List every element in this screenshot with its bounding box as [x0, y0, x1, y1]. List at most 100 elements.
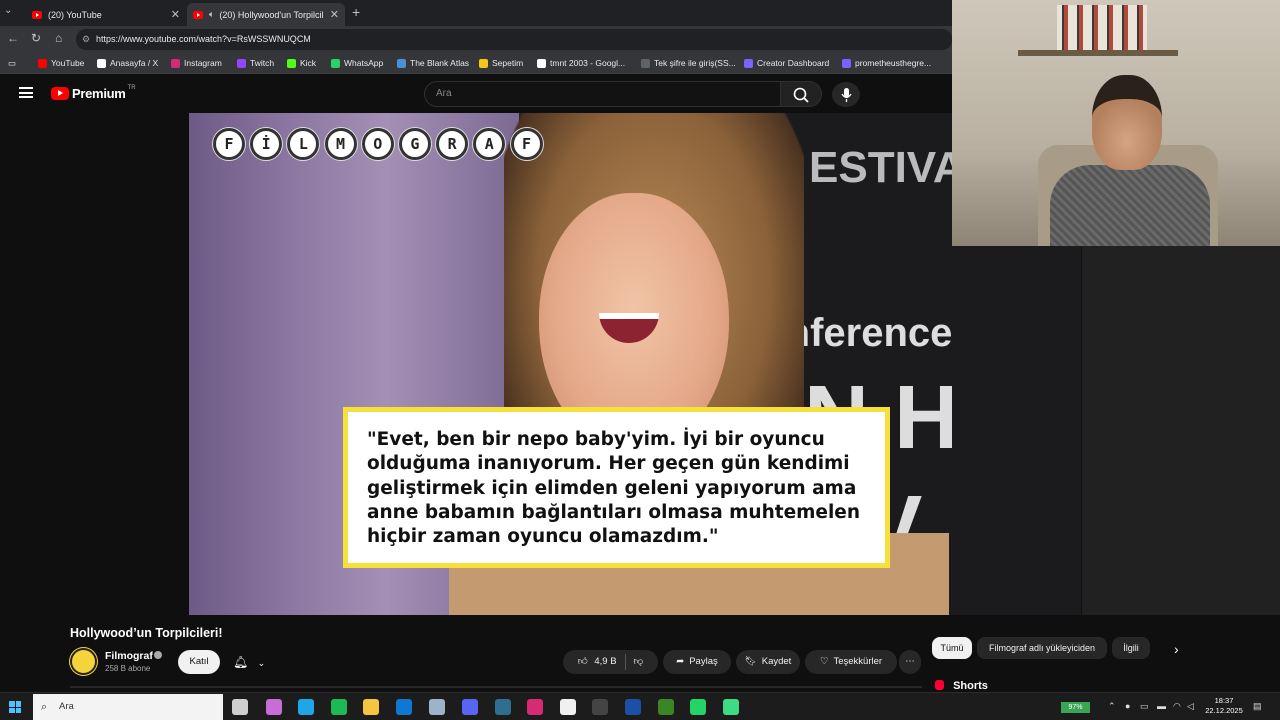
like-button[interactable]: 👍︎ 4,9 B: [578, 650, 617, 674]
steam-icon[interactable]: [429, 699, 445, 715]
hamburger-menu-icon[interactable]: [19, 87, 33, 98]
bookmark-item[interactable]: tmnt 2003 - Googl...: [537, 58, 625, 68]
verified-badge-icon: [154, 651, 162, 659]
address-bar[interactable]: ⚙ https://www.youtube.com/watch?v=RsWSSW…: [76, 29, 952, 50]
description-divider: [70, 686, 922, 688]
channel-avatar[interactable]: [70, 648, 97, 675]
speaker-icon[interactable]: 🔈︎: [209, 9, 214, 20]
search-input[interactable]: Ara: [424, 81, 781, 107]
clock-date: 22.12.2025: [1205, 706, 1243, 715]
thanks-button[interactable]: ♡ Teşekkürler: [805, 650, 897, 674]
instagram-app-icon[interactable]: [527, 699, 543, 715]
share-label: Paylaş: [689, 656, 718, 667]
whatsapp-icon: [331, 58, 340, 68]
bookmark-label: tmnt 2003 - Googl...: [550, 58, 626, 68]
taskbar-search-placeholder: Ara: [59, 701, 74, 712]
thanks-label: Teşekkürler: [833, 656, 883, 667]
youtube-favicon-icon: [193, 10, 203, 19]
close-tab-icon[interactable]: ✕: [330, 8, 339, 21]
whatsapp-app-icon[interactable]: [690, 699, 706, 715]
subscription-bell-button[interactable]: 🔔︎ ⌄: [225, 650, 277, 674]
voice-search-button[interactable]: [832, 82, 860, 107]
chip-related[interactable]: İlgili: [1112, 637, 1150, 659]
super-thanks-icon: ♡: [819, 656, 829, 667]
android-app-icon[interactable]: [723, 699, 739, 715]
browser-tab-youtube[interactable]: (20) YouTube ✕: [26, 3, 186, 26]
bookmark-item[interactable]: Instagram: [171, 58, 222, 68]
minecraft-icon[interactable]: [658, 699, 674, 715]
bookmark-item[interactable]: Sepetim: [479, 58, 523, 68]
home-icon[interactable]: ⌂: [55, 31, 62, 45]
apps-grid-icon[interactable]: ▭: [8, 58, 16, 69]
microphone-tray-icon[interactable]: ●: [1125, 701, 1130, 711]
l-app-icon[interactable]: [625, 699, 641, 715]
youtube-premium-logo[interactable]: Premium TR: [51, 85, 136, 101]
video-bg-festival-text: ESTIVAL: [809, 143, 952, 192]
join-button[interactable]: Katıl: [178, 650, 220, 674]
like-count: 4,9 B: [594, 656, 617, 667]
bookmark-label: YouTube: [51, 58, 85, 68]
reload-icon[interactable]: ↻: [31, 31, 41, 45]
bookmark-item[interactable]: YouTube: [38, 58, 84, 68]
obs-icon[interactable]: [592, 699, 608, 715]
bookmark-item[interactable]: Anasayfa / X: [97, 58, 158, 68]
battery-indicator[interactable]: 97%: [1061, 702, 1090, 713]
display-tray-icon[interactable]: ▭: [1140, 701, 1149, 712]
task-view-icon[interactable]: [232, 699, 248, 715]
x-icon: [97, 58, 106, 68]
bookmark-item[interactable]: WhatsApp: [331, 58, 383, 68]
logo-letter-badge: M: [324, 128, 357, 160]
divider: [624, 654, 626, 670]
instagram-icon: [171, 58, 180, 68]
save-label: Kaydet: [761, 656, 792, 667]
notification-center-icon[interactable]: ▤: [1253, 701, 1262, 712]
youtube-header: Premium TR Ara: [0, 75, 952, 113]
youtube-icon: [38, 58, 47, 68]
taskbar-search-input[interactable]: ⌕ Ara: [33, 694, 223, 720]
chip-scroll-right-icon[interactable]: ›: [1174, 641, 1179, 657]
spotify-icon[interactable]: [331, 699, 347, 715]
file-explorer-icon[interactable]: [363, 699, 379, 715]
webcam-person-head: [1092, 75, 1162, 170]
new-tab-plus-icon[interactable]: +: [352, 4, 360, 20]
search-icon: [793, 87, 809, 103]
dislike-button[interactable]: 👎︎: [634, 650, 644, 674]
more-actions-button[interactable]: ⋯: [899, 650, 921, 674]
volume-tray-icon[interactable]: ◁: [1187, 701, 1194, 712]
discord-icon[interactable]: [462, 699, 478, 715]
webcam-shelf: [1018, 50, 1178, 56]
bell-icon: 🔔︎: [233, 655, 249, 669]
tray-chevron-up-icon[interactable]: ⌃: [1108, 701, 1116, 712]
back-arrow-icon[interactable]: ←: [7, 31, 19, 45]
windows-start-icon[interactable]: [9, 701, 21, 713]
bookmarks-bar: ▭ YouTube Anasayfa / X Instagram Twitch Kick…: [0, 53, 952, 74]
taskbar-clock[interactable]: 18:37 22.12.2025: [1205, 696, 1243, 716]
bookmark-item[interactable]: Twitch: [237, 58, 274, 68]
bookmark-item[interactable]: The Blank Atlas: [397, 58, 469, 68]
copilot-icon[interactable]: [266, 699, 282, 715]
search-placeholder: Ara: [436, 88, 452, 99]
network-tray-icon[interactable]: ▬: [1157, 701, 1166, 711]
channel-name-link[interactable]: Filmograf: [105, 650, 153, 662]
close-tab-icon[interactable]: ✕: [171, 8, 180, 21]
webcam-person-body: [1050, 165, 1210, 246]
bookmark-item[interactable]: prometheusthegre...: [842, 58, 931, 68]
twitch-icon: [237, 58, 246, 68]
document-icon[interactable]: [560, 699, 576, 715]
tab-search-chevron-icon[interactable]: ⌄: [4, 5, 12, 16]
bookmark-item[interactable]: Tek şifre ile giriş(SS...: [641, 58, 736, 68]
bookmark-item[interactable]: Kick: [287, 58, 316, 68]
google-icon: [537, 58, 546, 68]
bookmark-item[interactable]: Creator Dashboard: [744, 58, 829, 68]
save-button[interactable]: 🔖︎ Kaydet: [736, 650, 800, 674]
edge-icon[interactable]: [298, 699, 314, 715]
outlook-icon[interactable]: [396, 699, 412, 715]
share-button[interactable]: ➦ Paylaş: [663, 650, 731, 674]
chip-all[interactable]: Tümü: [932, 637, 972, 659]
search-button[interactable]: [781, 81, 822, 107]
chip-from-uploader[interactable]: Filmograf adlı yükleyiciden: [977, 637, 1107, 659]
wifi-tray-icon[interactable]: ◠: [1173, 701, 1181, 712]
video-app-icon[interactable]: [495, 699, 511, 715]
browser-tab-active-video[interactable]: 🔈︎ (20) Hollywood'un Torpilcileri ✕: [187, 3, 345, 26]
site-info-icon[interactable]: ⚙: [82, 29, 90, 50]
